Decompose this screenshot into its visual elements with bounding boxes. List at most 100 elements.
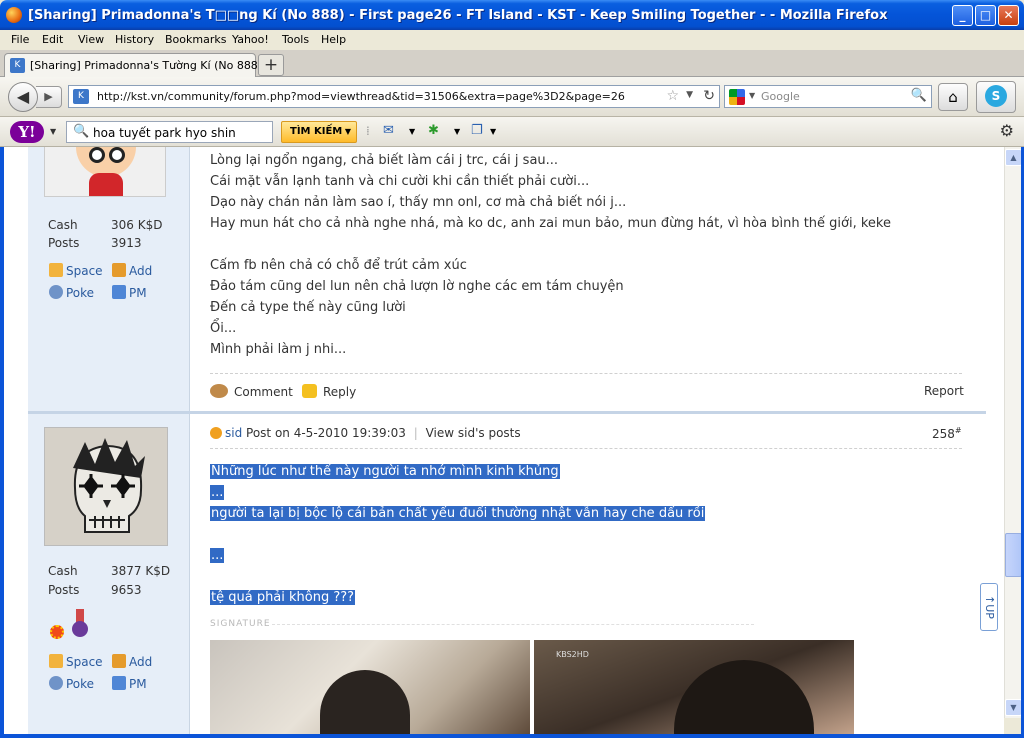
close-button[interactable]: ✕ <box>998 5 1019 26</box>
menu-yahoo[interactable]: Yahoo! <box>232 33 269 46</box>
post-text-line: Ổi... <box>210 321 237 336</box>
avatar[interactable] <box>44 427 168 546</box>
post-text-line-selected: ... <box>210 485 225 500</box>
posts-label: Posts <box>48 583 80 597</box>
eye-icon <box>89 147 105 163</box>
post-text-line: Đảo tám cũng del lun nên chả lượn lờ ngh… <box>210 279 624 294</box>
back-forward-group: ▶ ◀ <box>8 82 64 112</box>
web-search-box[interactable]: ▼ Google 🔍 <box>724 85 932 108</box>
add-friend-link[interactable]: Add <box>112 263 152 278</box>
menu-edit[interactable]: Edit <box>42 33 63 46</box>
home-button[interactable]: ⌂ <box>938 83 968 111</box>
menu-tools[interactable]: Tools <box>282 33 309 46</box>
star-icon <box>210 427 222 439</box>
vertical-scrollbar[interactable]: ▲ ▼ <box>1004 147 1022 718</box>
yahoo-search-box[interactable]: 🔍 hoa tuyết park hyo shin <box>66 121 273 143</box>
pages-dropdown-icon[interactable]: ▼ <box>490 127 496 145</box>
tab-bar: K [Sharing] Primadonna's Tường Kí (No 88… <box>0 50 1024 77</box>
menu-file[interactable]: File <box>11 33 29 46</box>
post-text-line: Đến cả type thế này cũng lười <box>210 300 406 315</box>
web-search-input[interactable]: Google <box>761 90 800 103</box>
post-text-line: Mình phải làm j nhi... <box>210 342 347 357</box>
mail-icon[interactable]: ✉ <box>383 123 394 141</box>
menu-view[interactable]: View <box>78 33 104 46</box>
coffee-cup-icon <box>210 384 228 398</box>
post-text-line: Dạo này chán nản làm sao í, thấy mn onl,… <box>210 195 627 210</box>
space-label: Space <box>66 655 103 669</box>
yahoo-menu-dropdown-icon[interactable]: ▼ <box>50 127 56 136</box>
bookmark-star-icon[interactable]: ☆ <box>666 88 679 104</box>
report-link[interactable]: Report <box>924 384 964 398</box>
pm-link[interactable]: PM <box>112 676 147 691</box>
window-border <box>0 734 1024 738</box>
kst-site-icon: K <box>73 89 89 104</box>
post-text-line: Cấm fb nên chả có chỗ để trút cảm xúc <box>210 258 467 273</box>
tab-active[interactable]: K [Sharing] Primadonna's Tường Kí (No 88… <box>4 53 284 77</box>
red-shirt-icon <box>89 173 123 196</box>
author-sidebar: Cash 306 K$D Posts 3913 Space Add Poke P… <box>28 147 190 734</box>
reload-icon[interactable]: ↻ <box>703 88 715 104</box>
comment-button[interactable]: Comment <box>210 384 293 399</box>
address-bar[interactable]: K http://kst.vn/community/forum.php?mod=… <box>68 85 720 108</box>
post-text-line-selected: tệ quá phải không ??? <box>210 590 356 605</box>
post-separator <box>28 411 986 414</box>
avatar[interactable] <box>44 147 166 197</box>
search-engine-dropdown-icon[interactable]: ▼ <box>749 91 755 100</box>
post-number[interactable]: 258# <box>932 426 962 441</box>
poke-link[interactable]: Poke <box>49 285 94 300</box>
yahoo-search-input[interactable]: hoa tuyết park hyo shin <box>93 126 236 140</box>
pm-link[interactable]: PM <box>112 285 147 300</box>
poke-link[interactable]: Poke <box>49 676 94 691</box>
widgets-icon[interactable]: ✱ <box>428 123 439 141</box>
skype-button[interactable]: S <box>976 81 1016 113</box>
url-input[interactable]: http://kst.vn/community/forum.php?mod=vi… <box>97 90 625 103</box>
mail-dropdown-icon[interactable]: ▼ <box>409 127 415 145</box>
author-link[interactable]: sid <box>225 426 242 440</box>
add-label: Add <box>129 264 153 278</box>
window-title-bar[interactable]: [Sharing] Primadonna's T□□ng Kí (No 888)… <box>0 0 1024 30</box>
scroll-down-button[interactable]: ▼ <box>1005 699 1022 716</box>
menu-help[interactable]: Help <box>321 33 346 46</box>
divider <box>210 448 962 449</box>
post-text-line: Lòng lại ngổn ngang, chả biết làm cái j … <box>210 153 559 168</box>
back-button[interactable]: ◀ <box>8 82 38 112</box>
reply-button[interactable]: Reply <box>302 384 356 399</box>
forward-arrow-icon: ▶ <box>44 90 53 103</box>
search-icon: 🔍 <box>73 124 90 139</box>
gear-icon[interactable]: ⚙ <box>1000 121 1014 140</box>
tv-watermark: KBS2HD <box>556 650 589 659</box>
menu-bookmarks[interactable]: Bookmarks <box>165 33 226 46</box>
space-label: Space <box>66 264 103 278</box>
widgets-dropdown-icon[interactable]: ▼ <box>454 127 460 145</box>
signature-image: KBS2HD <box>534 640 854 734</box>
poke-icon <box>49 285 63 299</box>
add-friend-link[interactable]: Add <box>112 654 152 669</box>
google-icon[interactable] <box>729 89 745 105</box>
yahoo-logo[interactable]: Y! <box>10 121 44 143</box>
minimize-button[interactable]: _ <box>952 5 973 26</box>
new-tab-button[interactable]: + <box>258 54 284 76</box>
maximize-button[interactable]: □ <box>975 5 996 26</box>
view-posts-link[interactable]: View sid's posts <box>426 426 521 440</box>
cash-value: 306 K$D <box>111 218 163 232</box>
space-link[interactable]: Space <box>49 263 103 278</box>
pages-icon[interactable]: ❐ <box>471 123 483 141</box>
menu-history[interactable]: History <box>115 33 154 46</box>
url-dropdown-icon[interactable]: ▼ <box>686 90 693 100</box>
space-link[interactable]: Space <box>49 654 103 669</box>
pm-label: PM <box>129 677 147 691</box>
yahoo-search-button[interactable]: TÌM KIẾM ▼ <box>281 121 357 143</box>
forward-button[interactable]: ▶ <box>36 86 62 108</box>
reply-label: Reply <box>323 385 357 399</box>
scroll-thumb[interactable] <box>1005 533 1022 577</box>
page-content[interactable]: Cash 306 K$D Posts 3913 Space Add Poke P… <box>0 147 1004 734</box>
speech-bubble-icon <box>302 384 317 398</box>
pm-label: PM <box>129 286 147 300</box>
scroll-up-button[interactable]: ▲ <box>1005 149 1022 166</box>
medal-badges <box>48 609 98 639</box>
search-icon[interactable]: 🔍 <box>911 88 927 103</box>
handshake-icon <box>112 263 126 277</box>
back-to-top-button[interactable]: ↑UP <box>980 583 998 631</box>
meta-separator: | <box>413 426 418 440</box>
signature-image <box>210 640 530 734</box>
